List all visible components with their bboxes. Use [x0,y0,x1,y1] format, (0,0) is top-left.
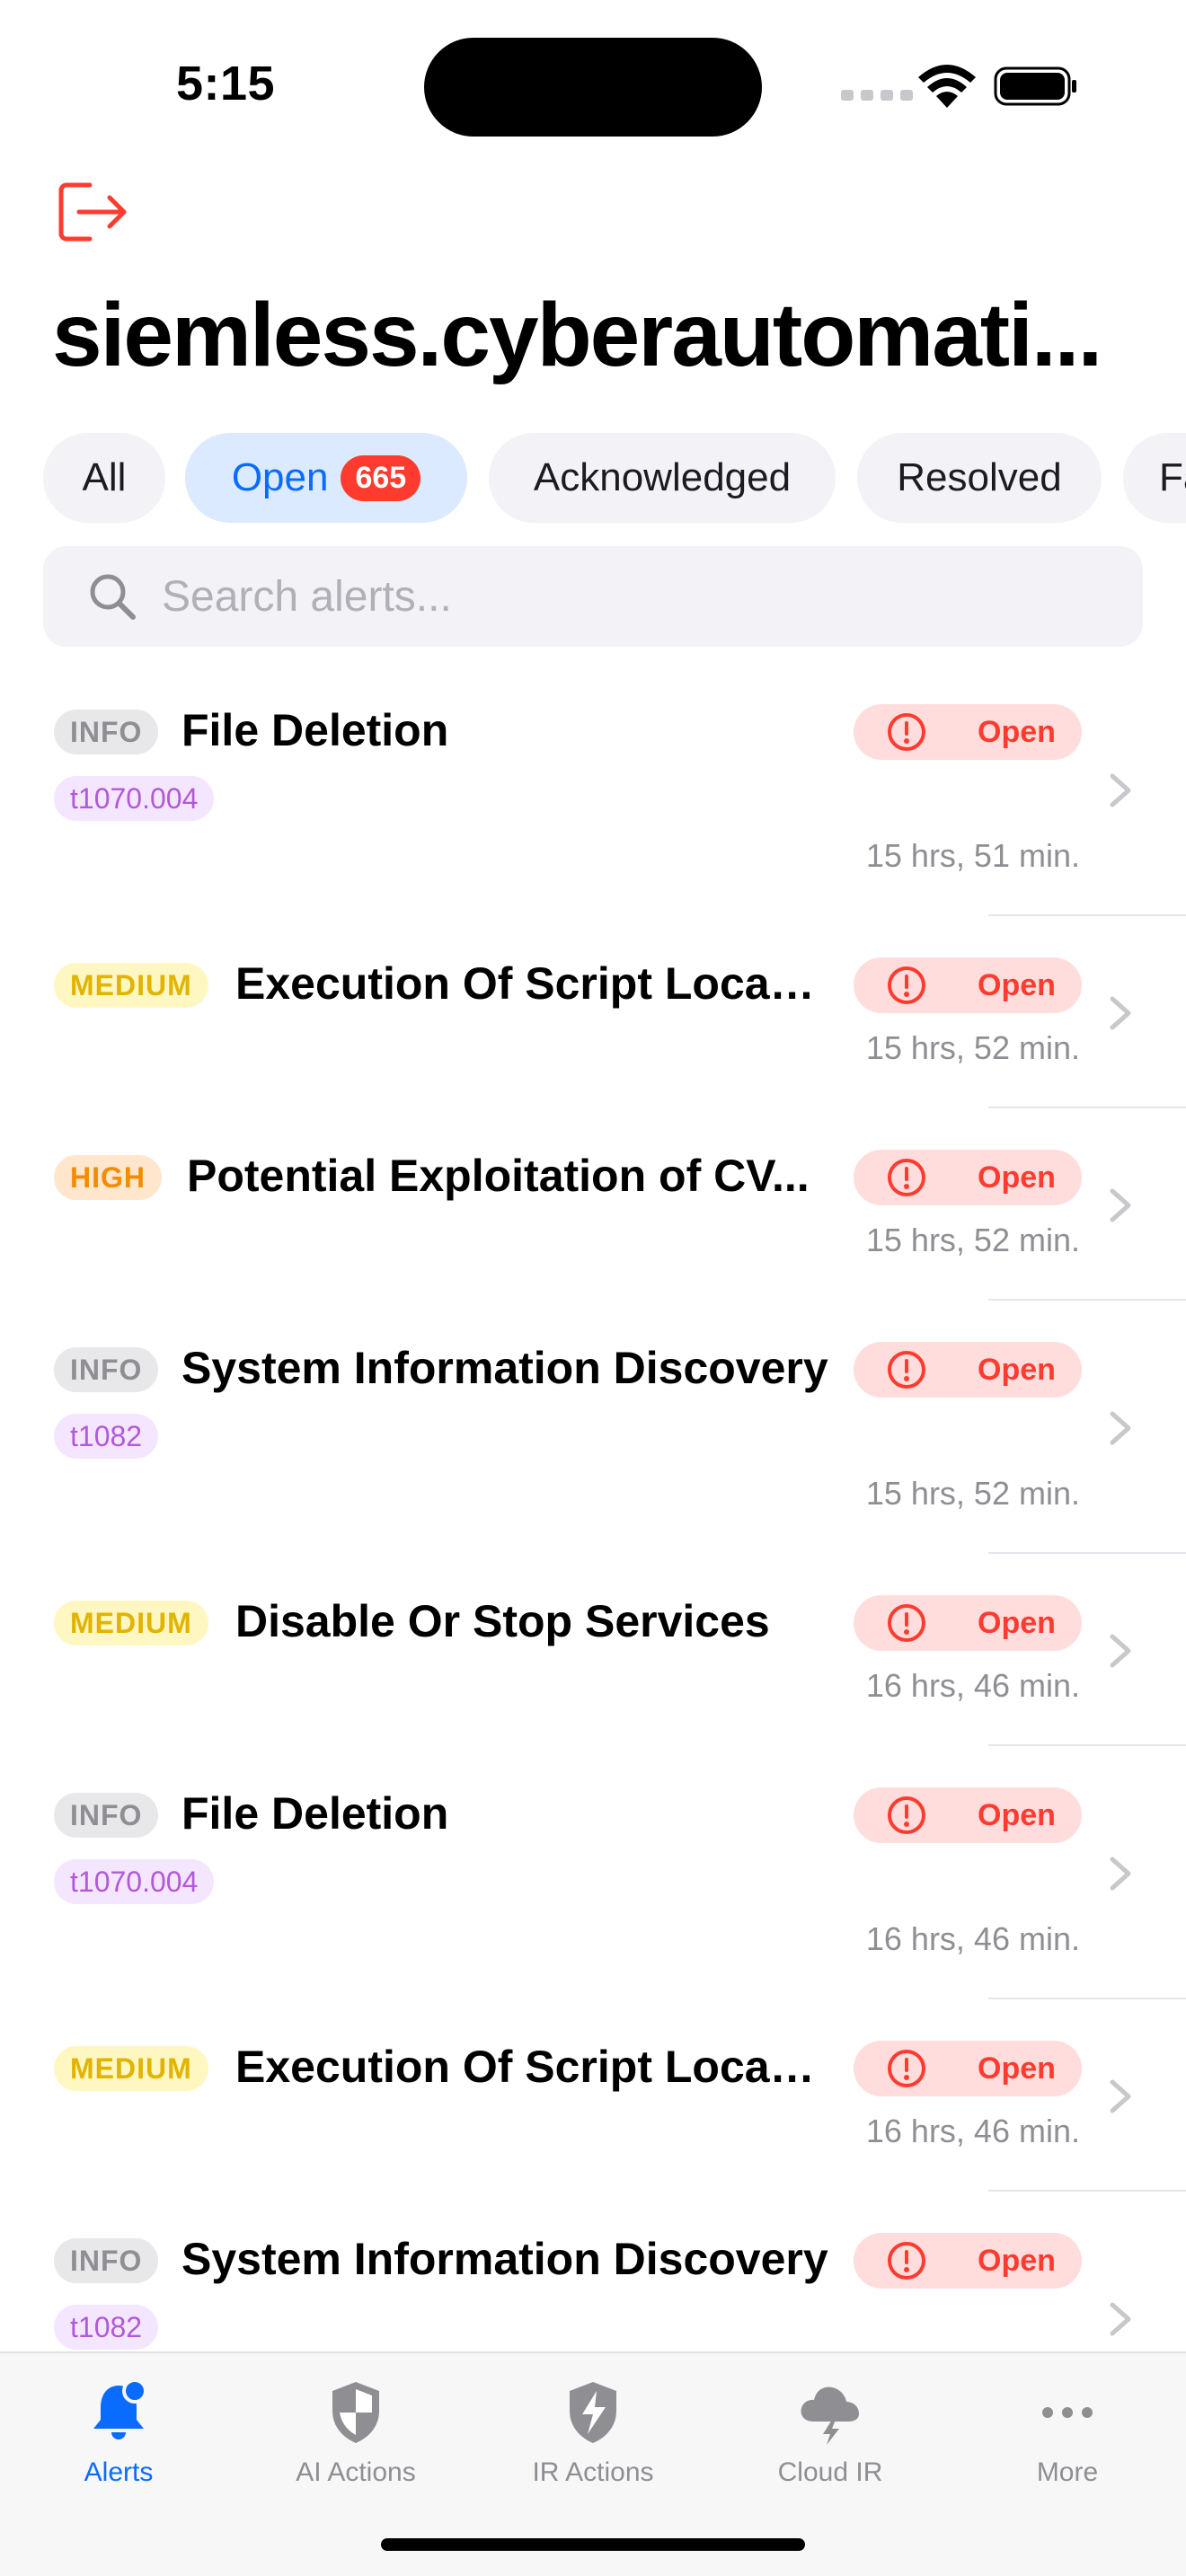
dynamic-island [424,38,762,137]
search-input[interactable] [162,571,1060,622]
alert-row[interactable]: MEDIUM Execution Of Script Locat... Open… [0,918,1186,1110]
alert-title: Disable Or Stop Services [235,1596,770,1646]
alert-age: 15 hrs, 52 min. [865,1222,1080,1258]
filter-chip-all[interactable]: All [43,433,165,523]
severity-badge: INFO [54,1347,159,1392]
status-badge: Open [854,2233,1082,2289]
alert-row[interactable]: MEDIUM Execution Of Script Locat... Open… [0,2001,1186,2193]
alert-age: 15 hrs, 52 min. [865,1475,1080,1512]
filter-chip-resolved[interactable]: Resolved [857,433,1102,523]
ellipsis-icon [1042,2407,1093,2418]
chevron-right-icon [1110,996,1131,1030]
chevron-right-icon [1110,2079,1131,2113]
alert-title: Potential Exploitation of CV... [187,1151,810,1201]
severity-badge: MEDIUM [54,1601,208,1645]
alert-circle-icon [888,1796,925,1834]
tab-more[interactable]: More [949,2362,1186,2497]
wifi-icon [918,65,976,108]
alerts-list: INFO File Deletion t1070.004 Open 15 hrs… [0,665,1186,2351]
chevron-right-icon [1110,1857,1131,1891]
logout-icon[interactable] [58,180,129,244]
technique-tag: t1082 [54,2305,159,2350]
bolt-shield-icon [570,2382,616,2443]
alert-age: 16 hrs, 46 min. [865,2113,1080,2149]
shield-icon [332,2382,379,2443]
technique-tag: t1070.004 [54,776,215,821]
alert-age: 15 hrs, 52 min. [865,1029,1080,1066]
status-badge: Open [854,704,1082,760]
alert-circle-icon [888,2050,925,2087]
alert-title: Execution Of Script Locat... [235,2042,819,2092]
battery-icon [994,66,1076,106]
chevron-right-icon [1110,1411,1131,1445]
status-badge: Open [854,1787,1082,1843]
severity-badge: INFO [54,710,159,754]
chevron-right-icon [1110,773,1131,807]
alert-row[interactable]: MEDIUM Disable Or Stop Services Open 16 … [0,1556,1186,1748]
severity-badge: HIGH [54,1155,162,1200]
status-badge: Open [854,2041,1082,2096]
status-bar: 5:15 [0,0,1186,171]
page-title: siemless.cyberautomati... [52,286,1102,384]
alert-row[interactable]: INFO System Information Discovery t1082 … [0,2193,1186,2351]
chevron-right-icon [1110,1634,1131,1668]
alert-circle-icon [888,1159,925,1196]
status-badge: Open [854,1342,1082,1398]
filter-chip-false-positive[interactable]: Fa [1123,433,1186,523]
alert-circle-icon [888,713,925,751]
filter-chip-acknowledged[interactable]: Acknowledged [489,433,836,523]
search-bar [43,546,1143,647]
cellular-signal-icon [841,90,913,101]
alert-title: File Deletion [181,1788,449,1839]
severity-badge: MEDIUM [54,2046,208,2091]
severity-badge: MEDIUM [54,963,208,1008]
alert-row[interactable]: HIGH Potential Exploitation of CV... Ope… [0,1110,1186,1302]
filter-chip-open[interactable]: Open 665 [185,433,467,523]
tab-ir-actions[interactable]: IR Actions [474,2362,712,2497]
chevron-right-icon [1110,1188,1131,1222]
technique-tag: t1082 [54,1414,159,1459]
filter-chips: All Open 665 Acknowledged Resolved Fa [0,433,1186,523]
tab-ai-actions[interactable]: AI Actions [237,2362,474,2497]
alert-age: 16 hrs, 46 min. [865,1920,1080,1957]
severity-badge: INFO [54,1793,159,1838]
alert-row[interactable]: INFO File Deletion t1070.004 Open 16 hrs… [0,1748,1186,2001]
cloud-bolt-icon [801,2386,859,2445]
alert-age: 15 hrs, 51 min. [865,837,1080,874]
alert-row[interactable]: INFO File Deletion t1070.004 Open 15 hrs… [0,665,1186,918]
alert-circle-icon [888,2242,925,2280]
status-badge: Open [854,957,1082,1013]
alert-circle-icon [888,966,925,1004]
alert-age: 16 hrs, 46 min. [865,1667,1080,1704]
status-badge: Open [854,1150,1082,1205]
alert-title: System Information Discovery [181,2234,828,2284]
tab-cloud-ir[interactable]: Cloud IR [712,2362,949,2497]
alert-title: Execution Of Script Locat... [235,958,819,1009]
bell-icon [93,2378,147,2439]
technique-tag: t1070.004 [54,1859,215,1904]
alert-row[interactable]: INFO System Information Discovery t1082 … [0,1302,1186,1556]
home-indicator [381,2538,805,2551]
alert-title: File Deletion [181,705,449,755]
status-time: 5:15 [176,57,276,110]
alert-circle-icon [888,1351,925,1389]
severity-badge: INFO [54,2238,159,2283]
open-count-badge: 665 [341,454,421,501]
alert-circle-icon [888,1604,925,1642]
search-icon [90,574,136,620]
status-badge: Open [854,1595,1082,1651]
alert-title: System Information Discovery [181,1343,828,1393]
tab-alerts[interactable]: Alerts [0,2362,237,2497]
chevron-right-icon [1110,2302,1131,2336]
